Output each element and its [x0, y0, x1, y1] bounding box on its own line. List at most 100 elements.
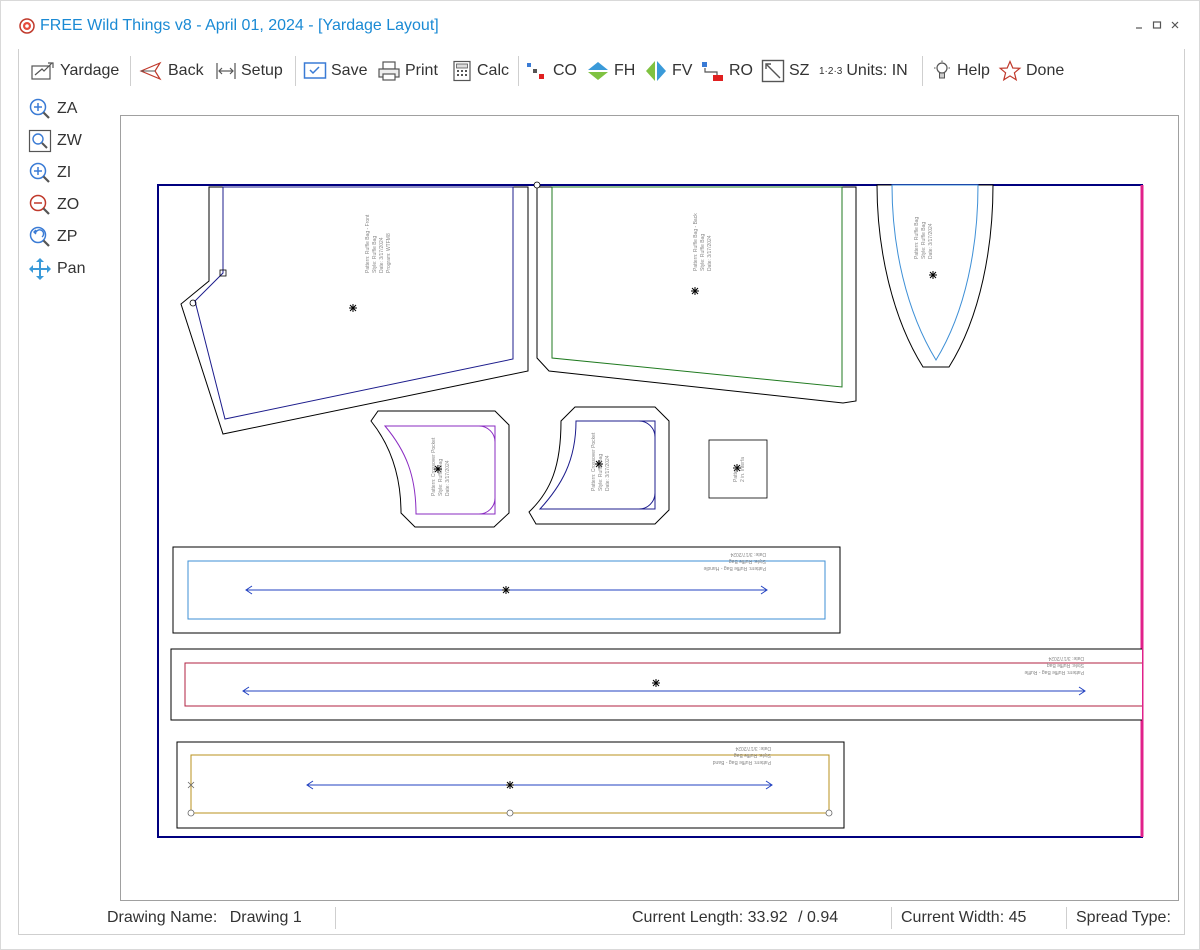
square-label-line: 2 in. Interfa [740, 457, 746, 482]
current-length-label: Current Length: [632, 909, 744, 926]
save-label: Save [331, 62, 368, 79]
calc-button[interactable]: Calc [451, 57, 509, 85]
rotate-icon [702, 62, 723, 81]
current-width-value: 45 [1008, 909, 1027, 926]
current-length-field: Current Length: 33.92 / 0.94 [632, 909, 838, 927]
marker-layout-drawing[interactable]: Pattern: Ruffle Bag - Front Style: Ruffl… [121, 116, 1180, 902]
back-arrow-icon [139, 61, 162, 81]
app-window: FREE Wild Things v8 - April 01, 2024 - [… [0, 0, 1200, 950]
layout-canvas[interactable]: Pattern: Ruffle Bag - Front Style: Ruffl… [120, 115, 1179, 901]
save-button[interactable]: Save [303, 57, 367, 85]
title-bar: FREE Wild Things v8 - April 01, 2024 - [… [1, 1, 1200, 49]
drawing-name-value: Drawing 1 [229, 909, 302, 926]
back-label-line: Date: 3/17/2024 [707, 235, 713, 271]
printer-icon [378, 61, 400, 81]
back-label-line: Style: Ruffle Bag [700, 234, 706, 271]
za-label: ZA [57, 100, 78, 117]
piece-square[interactable]: Pattern 2 in. Interfa [708, 439, 768, 499]
fh-button[interactable]: FH [586, 57, 635, 85]
status-divider [335, 907, 336, 929]
current-width-field: Current Width: 45 [901, 909, 1026, 927]
units-label: Units: IN [846, 62, 908, 79]
pan-label: Pan [57, 260, 86, 277]
minimize-icon[interactable] [1130, 17, 1148, 35]
piece-front[interactable]: Pattern: Ruffle Bag - Front Style: Ruffl… [180, 186, 529, 435]
current-length-extra: / 0.94 [798, 909, 839, 926]
ruffle-label-line: Style: Ruffle Bag [1047, 662, 1084, 668]
back-button[interactable]: Back [138, 57, 204, 85]
sz-button[interactable]: SZ [761, 57, 809, 85]
setup-button[interactable]: Setup [215, 57, 283, 85]
side-label-line: Date: 3/17/2024 [928, 223, 934, 259]
toolbar-divider [130, 56, 131, 86]
calc-label: Calc [477, 62, 510, 79]
zw-button[interactable]: ZW [28, 128, 82, 154]
fv-label: FV [672, 62, 693, 79]
za-button[interactable]: ZA [28, 96, 77, 122]
piece-band[interactable]: Pattern: Ruffle Bag - Band Style: Ruffle… [176, 741, 845, 829]
print-button[interactable]: Print [377, 57, 438, 85]
zi-button[interactable]: ZI [28, 160, 71, 186]
fv-button[interactable]: FV [644, 57, 692, 85]
flip-horizontal-icon [588, 62, 608, 80]
save-monitor-icon [303, 62, 327, 79]
pocket-a-label-line: Style: Ruffle Bag [438, 459, 444, 496]
frame-bottom [18, 934, 1185, 935]
handle-label-line: Date: 3/17/2024 [730, 551, 766, 557]
pan-arrows-icon [29, 258, 51, 280]
yardage-button[interactable]: Yardage [30, 57, 119, 85]
toolbar-divider [922, 56, 923, 86]
lightbulb-icon [934, 60, 950, 79]
zo-button[interactable]: ZO [28, 192, 79, 218]
piece-ruffle[interactable]: Pattern: Ruffle Bag - Ruffle Style: Ruff… [170, 648, 1142, 721]
main-toolbar: Yardage Back Setup Save Print Calc CO FH… [19, 51, 1184, 91]
status-divider [1066, 907, 1067, 929]
sz-label: SZ [789, 62, 810, 79]
resize-icon [761, 59, 785, 83]
setup-label: Setup [241, 62, 283, 79]
piece-side[interactable]: Pattern: Ruffle Bag Style: Ruffle Bag Da… [876, 184, 994, 368]
back-label-line: Pattern: Ruffle Bag - Back [693, 213, 699, 271]
zoom-all-icon [29, 98, 50, 119]
band-label-line: Date: 3/17/2024 [735, 745, 771, 751]
units-button[interactable]: 1·2·3 Units: IN [819, 57, 908, 85]
piece-handle[interactable]: Pattern: Ruffle Bag - Handle Style: Ruff… [172, 546, 841, 634]
status-bar: Drawing Name: Drawing 1 Current Length: … [19, 903, 1184, 933]
ro-button[interactable]: RO [701, 57, 753, 85]
side-label-line: Pattern: Ruffle Bag [914, 217, 920, 259]
maximize-icon[interactable] [1148, 17, 1166, 35]
close-icon[interactable] [1166, 17, 1184, 35]
done-button[interactable]: Done [998, 57, 1064, 85]
front-label-line: Pattern: Ruffle Bag - Front [365, 214, 371, 273]
piece-back[interactable]: Pattern: Ruffle Bag - Back Style: Ruffle… [533, 181, 857, 404]
status-divider [891, 907, 892, 929]
piece-pocket-a[interactable]: Pattern: Crossover Pocket Style: Ruffle … [370, 410, 510, 528]
handle-label-line: Style: Ruffle Bag [729, 558, 766, 564]
pocket-a-label-line: Date: 3/17/2024 [445, 460, 451, 496]
ruffle-label-line: Pattern: Ruffle Bag - Ruffle [1024, 669, 1084, 675]
piece-pocket-b[interactable]: Pattern: Crossover Pocket Style: Ruffle … [528, 406, 670, 525]
zp-button[interactable]: ZP [28, 224, 77, 250]
toolbar-divider [518, 56, 519, 86]
fh-label: FH [614, 62, 636, 79]
drawing-name-label: Drawing Name: [107, 909, 218, 926]
print-label: Print [405, 62, 438, 79]
pocket-a-label-line: Pattern: Crossover Pocket [431, 437, 437, 496]
square-label-line: Pattern [733, 466, 739, 482]
co-button[interactable]: CO [525, 57, 577, 85]
help-button[interactable]: Help [931, 57, 990, 85]
front-label-line: Style: Ruffle Bag [372, 236, 378, 273]
pan-button[interactable]: Pan [28, 256, 85, 282]
flip-vertical-icon [646, 61, 666, 81]
zp-label: ZP [57, 228, 78, 245]
yardage-icon [31, 62, 54, 80]
current-width-label: Current Width: [901, 909, 1005, 926]
ro-label: RO [729, 62, 753, 79]
drawing-name-field: Drawing Name: Drawing 1 [107, 909, 302, 927]
zoom-previous-icon [29, 226, 50, 247]
zoom-in-icon [29, 162, 50, 183]
app-logo-icon [19, 18, 35, 34]
band-label-line: Style: Ruffle Bag [734, 752, 771, 758]
star-icon [998, 60, 1022, 82]
yardage-label: Yardage [60, 62, 120, 79]
